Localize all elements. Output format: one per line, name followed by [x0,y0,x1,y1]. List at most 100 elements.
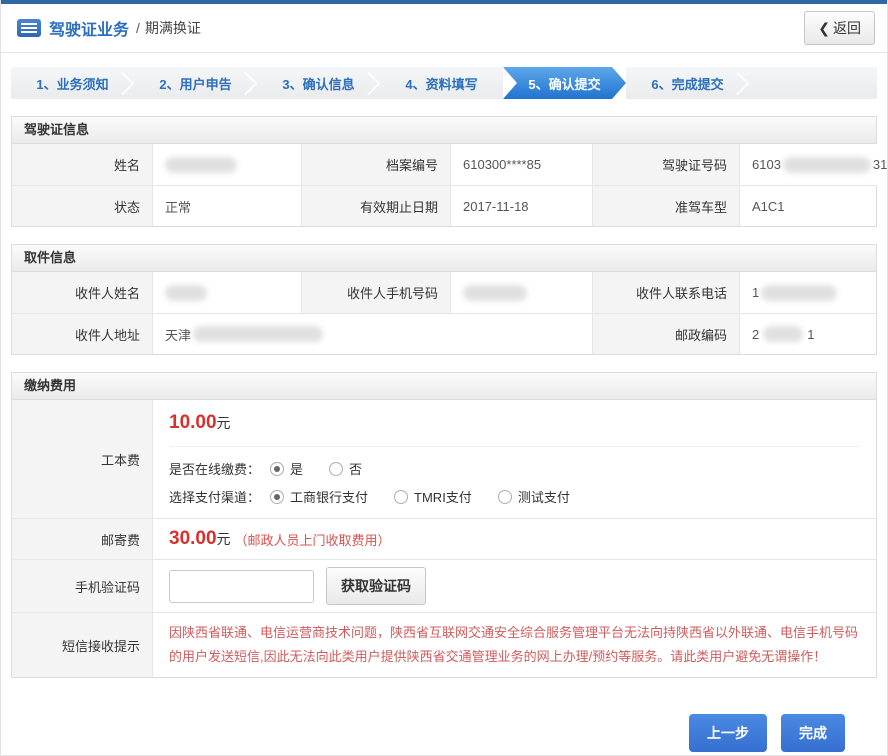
step-2-user-declaration[interactable]: 2、用户申告 [134,67,257,99]
redacted-name [165,157,237,173]
license-info-title: 驾驶证信息 [12,117,876,144]
file-no-value: 610300****85 [450,144,592,185]
recipient-name-label: 收件人姓名 [12,272,152,313]
breadcrumb-separator: / [136,20,140,36]
step-label: 2、用户申告 [159,74,231,93]
license-no-suffix: 3163X [873,157,888,172]
postcode-label: 邮政编码 [592,313,739,354]
page-title: 驾驶证业务 [49,16,129,40]
step-6-complete-submit[interactable]: 6、完成提交 [626,67,749,99]
sms-tip-label: 短信接收提示 [12,612,152,677]
recipient-address-label: 收件人地址 [12,313,152,354]
recipient-mobile-label: 收件人手机号码 [301,272,450,313]
expiry-value: 2017-11-18 [450,185,592,226]
step-3-confirm-info[interactable]: 3、确认信息 [257,67,380,99]
fee-amount: 10.00 [169,412,217,433]
redacted-recipient-name [165,285,207,301]
license-card-icon [17,19,41,37]
postage-row: 邮寄费 30.00元（邮政人员上门收取费用） [12,518,876,559]
step-label: 1、业务须知 [36,74,108,93]
step-label: 6、完成提交 [651,74,723,93]
channel-test-option[interactable]: 测试支付 [498,487,570,506]
license-no-label: 驾驶证号码 [592,144,739,185]
fee-amount-line: 10.00元 [169,412,860,447]
step-label: 5、确认提交 [528,74,600,93]
fee-row: 工本费 10.00元 是否在线缴费： 是 否 选择支付渠道： 工商银行支付 TM… [12,400,876,518]
online-yes-label: 是 [290,459,303,478]
step-label: 4、资料填写 [405,74,477,93]
phone-prefix: 1 [752,285,759,300]
finish-button[interactable]: 完成 [781,714,845,752]
payment-section: 缴纳费用 工本费 10.00元 是否在线缴费： 是 否 选择支付渠道： 工商银行… [11,372,877,678]
expiry-label: 有效期止日期 [301,185,450,226]
step-progress-bar: 1、业务须知 2、用户申告 3、确认信息 4、资料填写 5、确认提交 6、完成提… [11,67,877,99]
breadcrumb-current: 期满换证 [145,18,201,38]
radio-unchecked-icon[interactable] [329,462,343,476]
redacted-postcode [763,326,803,342]
captcha-input[interactable] [169,570,314,603]
license-info-row-2: 状态 正常 有效期止日期 2017-11-18 准驾车型 A1C1 [12,185,876,226]
postage-amount: 30.00 [169,528,217,550]
postage-label: 邮寄费 [12,518,152,559]
online-payment-row: 是否在线缴费： 是 否 [169,459,860,478]
payment-title: 缴纳费用 [12,373,876,400]
pickup-info-section: 取件信息 收件人姓名 收件人手机号码 收件人联系电话 1 收件人地址 天津 邮政… [11,244,877,355]
sms-tip-text: 因陕西省联通、电信运营商技术问题，陕西省互联网交通安全综合服务管理平台无法向持陕… [152,612,876,677]
pickup-info-row-2: 收件人地址 天津 邮政编码 21 [12,313,876,354]
radio-checked-icon[interactable] [270,462,284,476]
recipient-phone-value: 1 [739,272,876,313]
recipient-mobile-value [450,272,592,313]
license-info-section: 驾驶证信息 姓名 档案编号 610300****85 驾驶证号码 6103316… [11,116,877,227]
redacted-address [193,326,323,342]
postcode-suffix: 1 [807,327,814,342]
channel-icbc-option[interactable]: 工商银行支付 [270,487,368,506]
fee-value-cell: 10.00元 是否在线缴费： 是 否 选择支付渠道： 工商银行支付 TMRI支付… [152,400,876,518]
previous-step-button[interactable]: 上一步 [689,714,767,752]
sms-tip-row: 短信接收提示 因陕西省联通、电信运营商技术问题，陕西省互联网交通安全综合服务管理… [12,612,876,677]
postage-unit: 元 [217,529,231,549]
radio-checked-icon[interactable] [270,490,284,504]
license-no-prefix: 6103 [752,157,781,172]
channel-tmri-label: TMRI支付 [414,487,472,506]
page: 驾驶证业务 / 期满换证 ❮返回 1、业务须知 2、用户申告 3、确认信息 4、… [0,0,888,756]
captcha-label: 手机验证码 [12,559,152,612]
postage-note: （邮政人员上门收取费用） [235,530,391,549]
online-yes-option[interactable]: 是 [270,459,303,478]
recipient-phone-label: 收件人联系电话 [592,272,739,313]
postcode-prefix: 2 [752,327,759,342]
vehicle-class-label: 准驾车型 [592,185,739,226]
name-label: 姓名 [12,144,152,185]
postage-value-cell: 30.00元（邮政人员上门收取费用） [152,518,876,559]
status-value: 正常 [152,185,301,226]
captcha-value-cell: 获取验证码 [152,559,876,612]
get-captcha-button[interactable]: 获取验证码 [326,567,426,605]
name-value [152,144,301,185]
chevron-left-icon: ❮ [818,20,830,36]
channel-tmri-option[interactable]: TMRI支付 [394,487,472,506]
status-label: 状态 [12,185,152,226]
channel-icbc-label: 工商银行支付 [290,487,368,506]
step-5-confirm-submit-active[interactable]: 5、确认提交 [503,67,626,99]
pickup-info-row-1: 收件人姓名 收件人手机号码 收件人联系电话 1 [12,272,876,313]
step-4-fill-data[interactable]: 4、资料填写 [380,67,503,99]
radio-unchecked-icon[interactable] [498,490,512,504]
step-bar-filler [749,67,877,99]
license-info-row-1: 姓名 档案编号 610300****85 驾驶证号码 61033163X [12,144,876,185]
fee-label: 工本费 [12,400,152,518]
pickup-info-title: 取件信息 [12,245,876,272]
back-button[interactable]: ❮返回 [804,11,875,45]
step-1-business-notice[interactable]: 1、业务须知 [11,67,134,99]
postcode-value: 21 [739,313,876,354]
redacted-mobile [463,285,527,301]
online-no-option[interactable]: 否 [329,459,362,478]
payment-channel-question: 选择支付渠道： [169,487,260,506]
redacted-phone [761,285,837,301]
online-payment-question: 是否在线缴费： [169,459,260,478]
redacted-license-no [783,157,871,173]
header: 驾驶证业务 / 期满换证 ❮返回 [1,4,887,53]
radio-unchecked-icon[interactable] [394,490,408,504]
back-button-label: 返回 [833,20,861,36]
payment-channel-row: 选择支付渠道： 工商银行支付 TMRI支付 测试支付 [169,487,860,506]
online-no-label: 否 [349,459,362,478]
recipient-address-value: 天津 [152,313,592,354]
